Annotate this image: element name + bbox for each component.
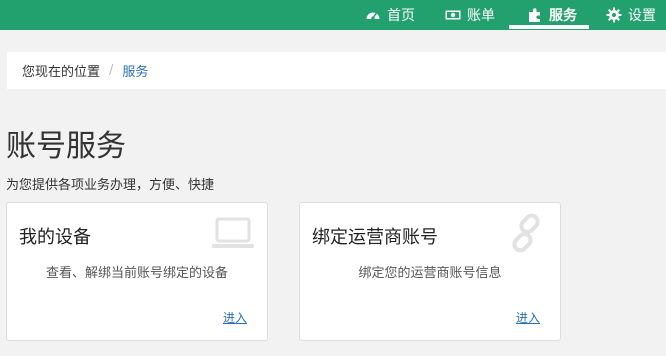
breadcrumb-separator: /: [109, 63, 114, 78]
nav-item-home[interactable]: 首页: [365, 0, 415, 30]
active-tab-indicator: [509, 25, 589, 29]
link-icon: [504, 213, 548, 253]
puzzle-icon: [529, 8, 540, 22]
nav-label-home: 首页: [387, 8, 415, 24]
card-title: 我的设备: [19, 227, 91, 248]
laptop-icon: [211, 213, 255, 253]
enter-link[interactable]: 进入: [516, 309, 540, 326]
card-my-devices: 我的设备 查看、解绑当前账号绑定的设备 进入: [6, 202, 268, 341]
card-description: 绑定您的运营商账号信息: [358, 266, 502, 281]
nav-item-bills[interactable]: 账单: [445, 0, 495, 30]
page-subtitle: 为您提供各项业务办理，方便、快捷: [6, 178, 215, 193]
breadcrumb-current[interactable]: 服务: [122, 61, 148, 80]
money-icon: [445, 10, 461, 20]
nav-label-services: 服务: [549, 8, 577, 24]
top-nav-bar: 首页 账单 服务 设置: [0, 0, 666, 30]
breadcrumb: 您现在的位置 / 服务: [7, 52, 666, 89]
card-description: 查看、解绑当前账号绑定的设备: [45, 266, 228, 281]
page-title: 账号服务: [6, 129, 126, 164]
card-title: 绑定运营商账号: [312, 227, 438, 248]
dashboard-icon: [366, 12, 380, 20]
nav-label-bills: 账单: [467, 8, 495, 24]
enter-link[interactable]: 进入: [223, 309, 247, 326]
gear-icon: [606, 7, 622, 23]
card-bind-carrier-account: 绑定运营商账号 绑定您的运营商账号信息 进入: [299, 202, 561, 341]
nav-item-settings[interactable]: 设置: [606, 0, 656, 30]
nav-label-settings: 设置: [628, 8, 656, 24]
breadcrumb-prefix: 您现在的位置: [22, 65, 101, 80]
